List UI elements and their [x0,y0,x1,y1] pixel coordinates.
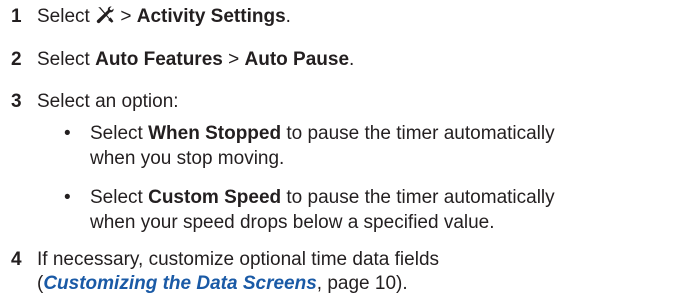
step-prefix: Select [37,49,90,70]
option-prefix: Select [90,123,143,144]
closing-text: ). [396,273,408,294]
step-suffix: . [285,6,291,27]
step-number: 3 [11,91,22,112]
option-description: to pause the timer automatically [286,187,555,208]
option-name: Custom Speed [148,187,282,208]
option-description-continued: when your speed drops below a specified … [90,212,495,233]
step-number: 2 [11,49,22,70]
option-name: When Stopped [148,123,282,144]
step-prefix: Select [37,6,90,27]
menu-auto-features: Auto Features [95,49,223,70]
step-suffix: . [349,49,355,70]
step-text: Select an option: [37,91,179,112]
step-number: 4 [11,249,22,270]
step-separator: > [228,49,240,70]
bullet-marker: • [64,123,71,144]
step-text-line2: (Customizing the Data Screens, page 10). [37,272,439,296]
option-text: Select When Stopped to pause the timer a… [90,121,555,171]
option-description: to pause the timer automatically [286,123,555,144]
wrench-screwdriver-icon [96,6,114,24]
page-reference: , page 10 [316,273,397,294]
option-text: Select Custom Speed to pause the timer a… [90,185,555,235]
step-text: Select > Activity Settings. [37,5,291,29]
instruction-list: 1 Select > Activity Settings. 2 Select A… [0,0,680,294]
bullet-marker: • [64,187,71,208]
option-prefix: Select [90,187,143,208]
step-number: 1 [11,6,22,27]
step-text: If necessary, customize optional time da… [37,248,439,296]
step-separator: > [120,6,132,27]
option-description-continued: when you stop moving. [90,148,285,169]
cross-reference-link[interactable]: Customizing the Data Screens [43,273,316,294]
menu-activity-settings: Activity Settings [136,6,286,27]
step-text-line1: If necessary, customize optional time da… [37,249,440,270]
step-text: Select Auto Features > Auto Pause. [37,48,354,72]
menu-auto-pause: Auto Pause [244,49,350,70]
